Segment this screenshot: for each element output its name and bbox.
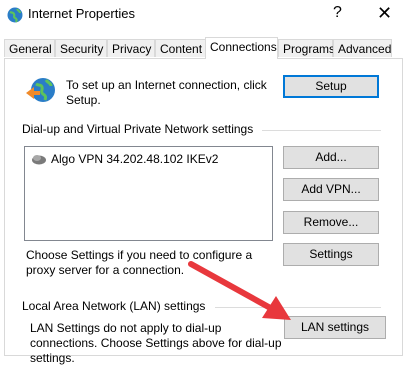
tab-general[interactable]: General xyxy=(4,39,55,57)
lan-settings-button[interactable]: LAN settings xyxy=(284,316,386,339)
tab-privacy[interactable]: Privacy xyxy=(107,39,155,57)
lan-section-divider xyxy=(215,307,381,308)
title-bar: Internet Properties ? ✕ xyxy=(0,0,405,30)
internet-globe-icon xyxy=(7,7,23,23)
list-item[interactable]: Algo VPN 34.202.48.102 IKEv2 xyxy=(31,151,218,167)
remove-button[interactable]: Remove... xyxy=(283,211,379,234)
tab-programs[interactable]: Programs xyxy=(278,39,335,57)
tab-advanced[interactable]: Advanced xyxy=(333,39,392,57)
proxy-settings-text: Choose Settings if you need to configure… xyxy=(26,248,253,277)
add-vpn-button[interactable]: Add VPN... xyxy=(283,178,379,201)
help-button[interactable]: ? xyxy=(333,4,342,22)
dialup-section-divider xyxy=(262,130,381,131)
setup-globe-icon xyxy=(26,78,55,102)
network-connection-icon xyxy=(32,155,46,165)
window-title: Internet Properties xyxy=(28,6,135,21)
dialup-section-label: Dial-up and Virtual Private Network sett… xyxy=(22,122,254,136)
close-button[interactable]: ✕ xyxy=(377,3,392,24)
vpn-connection-list[interactable]: Algo VPN 34.202.48.102 IKEv2 xyxy=(24,146,273,241)
lan-section-label: Local Area Network (LAN) settings xyxy=(22,299,206,313)
setup-description: To set up an Internet connection, click … xyxy=(66,78,267,107)
tab-security[interactable]: Security xyxy=(55,39,107,57)
lan-note-text: LAN Settings do not apply to dial-up con… xyxy=(30,321,282,365)
add-button[interactable]: Add... xyxy=(283,146,379,169)
tab-content[interactable]: Content xyxy=(155,39,206,57)
vpn-connection-name: Algo VPN 34.202.48.102 IKEv2 xyxy=(51,152,219,166)
tab-connections[interactable]: Connections xyxy=(205,37,278,59)
settings-button[interactable]: Settings xyxy=(283,243,379,266)
setup-button[interactable]: Setup xyxy=(283,75,379,98)
